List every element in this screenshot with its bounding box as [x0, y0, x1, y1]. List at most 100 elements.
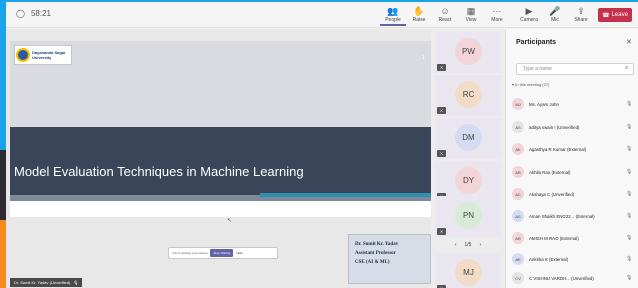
mic-off-icon: 🎙 [626, 169, 633, 175]
avatar: CV [512, 272, 524, 284]
avatar: PN [455, 202, 482, 229]
participant-row[interactable]: AR AMISH M RAO (External) 🎙 [512, 232, 636, 244]
participant-row[interactable]: AC Akshaya C (Unverified) 🎙 [512, 188, 636, 200]
logo-text-line2: University [32, 55, 52, 60]
react-button[interactable]: ☺ React [432, 5, 458, 26]
avatar: AS [512, 121, 524, 133]
mic-off-icon: ✕ [437, 64, 446, 71]
participant-row[interactable]: AS aditya swain ! (Unverified) 🎙 [512, 121, 636, 133]
close-icon[interactable]: ✕ [626, 38, 632, 46]
mic-off-icon: 🎙 [626, 256, 633, 262]
slide-title-band [10, 127, 431, 195]
people-icon: 👥 [387, 6, 399, 16]
people-button[interactable]: 👥 People [380, 5, 406, 26]
participant-tile[interactable]: PN ✕ [435, 196, 501, 237]
chevron-left-icon[interactable]: ‹ [455, 242, 457, 248]
more-label: More [491, 17, 503, 23]
participant-name: Agasthya R Kumar (External) [529, 146, 587, 152]
camera-button[interactable]: ▶ Camera [516, 5, 542, 26]
leave-button[interactable]: ☎ Leave [598, 8, 632, 22]
people-button-label: People [385, 17, 401, 23]
participant-row[interactable]: AK Ankitha K (External) 🎙 [512, 253, 636, 265]
participant-name: Aman Shaikh ENG22... (External) [529, 213, 595, 219]
shield-icon: ◯ [16, 9, 25, 18]
mic-off-icon: 🎙 [626, 124, 633, 130]
hide-button[interactable]: Hide [236, 251, 242, 255]
section-header[interactable]: ▾ In this meeting (37) [512, 82, 549, 87]
slide-body-area [10, 201, 431, 217]
video-gallery: PW ✕ RC ✕ DM ✕ DY ✕ PN ✕ ‹ 1/5 › MJ ✕ [431, 29, 505, 288]
mic-label: Mic [551, 17, 559, 23]
avatar: DM [455, 124, 482, 151]
avatar: AS [512, 210, 524, 222]
participants-panel: Participants ✕ ⌕ ▾ In this meeting (37) … [505, 29, 638, 288]
share-notice-text: You're sharing your screen [172, 251, 208, 255]
mouse-cursor-icon: ↖ [227, 218, 233, 224]
participant-name: Akshaya C (Unverified) [529, 191, 575, 197]
screen-share-notice: You're sharing your screen Stop sharing … [168, 247, 278, 259]
logo-seal-icon [16, 48, 30, 62]
chevron-down-icon: ▾ [512, 82, 515, 87]
avatar: AR [512, 232, 524, 244]
avatar: MJ [512, 98, 524, 110]
mic-off-icon: 🎙 [626, 213, 633, 219]
phone-hangup-icon: ☎ [602, 12, 610, 19]
presenter-dept: CSE (AI & ML) [355, 260, 390, 265]
mic-off-icon: ✕ [437, 228, 446, 235]
mic-button[interactable]: 🎤 Mic [542, 5, 568, 26]
avatar: AK [512, 253, 524, 265]
view-button[interactable]: ▦ View [458, 5, 484, 26]
presenter-info-card: Dr. Sumit Kr. Yadav Assistant Professor … [348, 234, 431, 284]
participant-row[interactable]: AK Agasthya R Kumar (External) 🎙 [512, 143, 636, 155]
mic-off-icon: 🎙 [626, 191, 633, 197]
react-icon: ☺ [440, 6, 450, 16]
presenter-label-text: Dr. Sumit Kr. Yadav (Unverified) [14, 280, 71, 285]
mic-off-icon: 🎙 [626, 235, 633, 241]
participant-tile[interactable]: PW ✕ [435, 32, 501, 73]
participant-row[interactable]: CV C VISHNU VARDH... (Unverified) 🎙 [512, 272, 636, 284]
participant-name: Akhila Rao (External) [529, 169, 571, 175]
search-icon: ⌕ [625, 65, 629, 71]
mic-icon: 🎙 [73, 280, 79, 285]
avatar: AC [512, 188, 524, 200]
participant-name: AMISH M RAO (External) [529, 235, 579, 241]
avatar: PW [455, 38, 482, 65]
avatar: MJ [455, 259, 482, 286]
participant-name: Ms. Ayam John [529, 101, 559, 107]
presenter-role: Assistant Professor [355, 251, 396, 256]
meeting-timer: ◯ 58:21 [16, 9, 51, 18]
view-label: View [465, 17, 477, 23]
avatar: RC [455, 81, 482, 108]
university-logo: Dayananda Sagar University [14, 45, 72, 65]
meeting-timer-text: 58:21 [30, 9, 51, 18]
panel-title: Participants [516, 39, 557, 46]
stop-sharing-button[interactable]: Stop sharing [210, 249, 234, 257]
raise-hand-button[interactable]: ✋ Raise [406, 5, 432, 26]
participant-tile[interactable]: DM ✕ [435, 118, 501, 159]
slide-title: Model Evaluation Techniques in Machine L… [14, 164, 304, 179]
mic-off-icon: ✕ [437, 150, 446, 157]
section-header-label: In this meeting (37) [515, 82, 550, 87]
meeting-toolbar: ◯ 58:21 👥 People ✋ Raise ☺ React ▦ View … [6, 2, 638, 28]
search-input[interactable] [517, 64, 621, 74]
view-icon: ▦ [466, 6, 476, 16]
participant-row[interactable]: AR Akhila Rao (External) 🎙 [512, 166, 636, 178]
participant-tile[interactable]: RC ✕ [435, 75, 501, 116]
raise-hand-label: Raise [412, 17, 426, 23]
avatar: DY [455, 167, 482, 194]
participant-name: aditya swain ! (Unverified) [529, 124, 580, 130]
more-button[interactable]: ⋯ More [484, 5, 510, 26]
participant-tile[interactable]: MJ ✕ [435, 253, 501, 288]
slide-header-area [10, 41, 431, 127]
share-label: Share [574, 17, 588, 23]
chevron-right-icon[interactable]: › [479, 242, 481, 248]
shared-screen-stage: Dayananda Sagar University 1 Model Evalu… [6, 29, 431, 288]
presentation-slide: Dayananda Sagar University 1 Model Evalu… [10, 41, 431, 217]
raise-hand-icon: ✋ [413, 6, 425, 16]
leave-label: Leave [611, 12, 628, 18]
pager-text: 1/5 [464, 242, 472, 248]
participant-row[interactable]: MJ Ms. Ayam John 🎙 [512, 98, 636, 110]
share-button[interactable]: ⇪ Share [568, 5, 594, 26]
participant-row[interactable]: AS Aman Shaikh ENG22... (External) 🎙 [512, 210, 636, 222]
avatar: AK [512, 143, 524, 155]
